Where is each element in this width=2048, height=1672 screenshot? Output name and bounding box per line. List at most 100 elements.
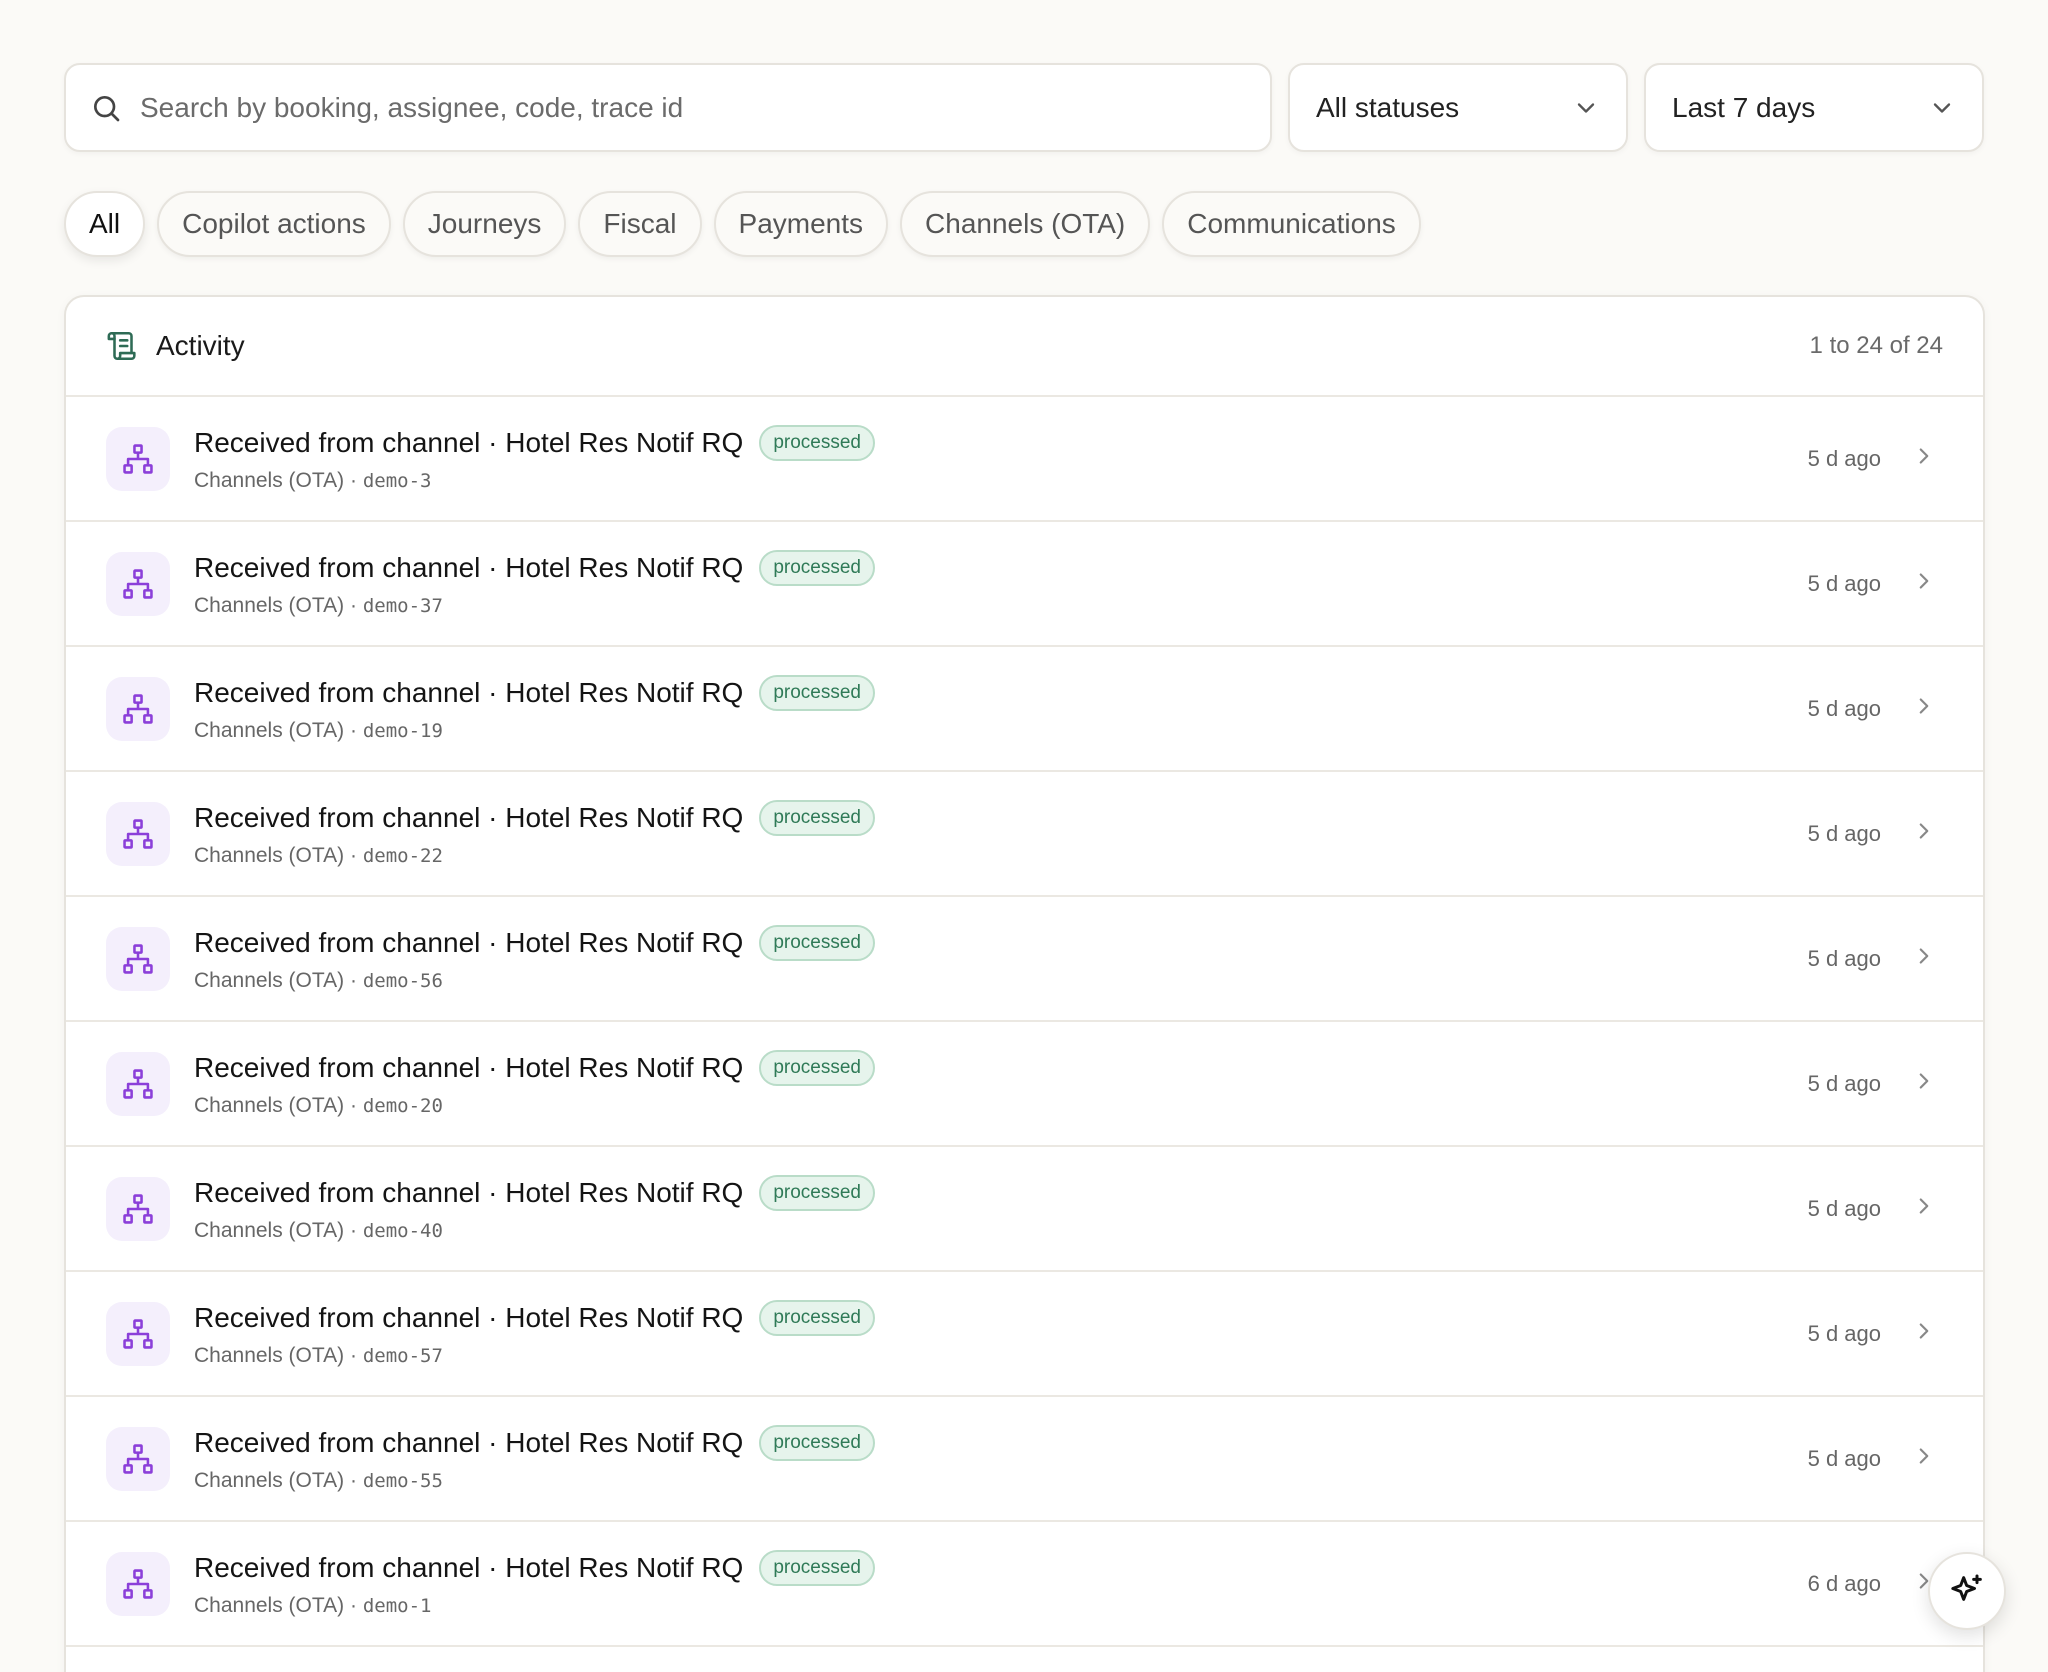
status-badge: processed: [759, 1549, 875, 1586]
tab-fiscal[interactable]: Fiscal: [578, 191, 702, 257]
row-title-line: Received from channel · Hotel Res Notif …: [194, 1424, 875, 1461]
row-title-line: Received from channel · Hotel Res Notif …: [194, 1549, 875, 1586]
table-row[interactable]: Received from channel · Hotel Res Notif …: [66, 1147, 1983, 1272]
row-reference: demo-37: [362, 594, 443, 617]
chevron-right-icon: [1911, 1193, 1937, 1224]
row-separator: ·: [344, 593, 363, 617]
row-meta: 5 d ago: [1808, 1272, 1937, 1395]
row-reference: demo-40: [362, 1219, 443, 1242]
row-meta: 5 d ago: [1808, 647, 1937, 770]
network-hierarchy-icon: [106, 926, 170, 991]
status-badge: processed: [759, 424, 875, 461]
row-reference: demo-3: [362, 469, 432, 492]
row-title-line: Received from channel · Hotel Res Notif …: [194, 1049, 875, 1086]
table-row[interactable]: Received from channel · Hotel Res Notif …: [66, 647, 1983, 772]
row-subtitle: Channels (OTA) · demo-20: [194, 1094, 875, 1118]
row-title-line: Received from channel · Hotel Res Notif …: [194, 799, 875, 836]
status-badge: processed: [759, 1299, 875, 1336]
table-row[interactable]: Received from channel · Hotel Res Notif …: [66, 772, 1983, 897]
copilot-button[interactable]: [1928, 1552, 2006, 1630]
row-separator: ·: [344, 1593, 363, 1617]
row-title-line: Received from channel · Hotel Res Notif …: [194, 674, 875, 711]
table-row[interactable]: Received from channel · Hotel Res Notif …: [66, 1522, 1983, 1647]
row-category: Channels (OTA): [194, 843, 345, 867]
status-badge: processed: [759, 924, 875, 961]
row-title: Received from channel · Hotel Res Notif …: [194, 551, 744, 583]
status-select[interactable]: All statuses: [1288, 63, 1628, 152]
tab-all[interactable]: All: [64, 191, 146, 257]
activity-title: Activity: [156, 330, 245, 361]
table-row[interactable]: Received from channel · Hotel Res Notif …: [66, 1397, 1983, 1522]
row-meta: 5 d ago: [1808, 1147, 1937, 1270]
row-subtitle: Channels (OTA) · demo-55: [194, 1469, 875, 1493]
search-box[interactable]: [64, 63, 1272, 152]
tab-channels-ota[interactable]: Channels (OTA): [900, 191, 1151, 257]
row-reference: demo-55: [362, 1469, 443, 1492]
status-badge: processed: [759, 1174, 875, 1211]
row-text: Received from channel · Hotel Res Notif …: [194, 1424, 875, 1493]
network-hierarchy-icon: [106, 1051, 170, 1116]
activity-header: Activity 1 to 24 of 24: [66, 297, 1983, 397]
row-subtitle: Channels (OTA) · demo-37: [194, 594, 875, 618]
row-subtitle: Channels (OTA) · demo-57: [194, 1344, 875, 1368]
row-meta: 5 d ago: [1808, 397, 1937, 520]
row-title-line: Received from channel · Hotel Res Notif …: [194, 549, 875, 586]
row-meta: 6 d ago: [1808, 1522, 1937, 1645]
row-title: Received from channel · Hotel Res Notif …: [194, 1301, 744, 1333]
row-timestamp: 5 d ago: [1807, 445, 1881, 471]
row-text: Received from channel · Hotel Res Notif …: [194, 1174, 875, 1243]
tab-communications[interactable]: Communications: [1162, 191, 1421, 257]
row-subtitle: Channels (OTA) · demo-22: [194, 844, 875, 868]
row-timestamp: 5 d ago: [1807, 1070, 1881, 1096]
row-timestamp: 5 d ago: [1807, 1445, 1881, 1471]
table-row[interactable]: Received from channel · Hotel Res Notif …: [66, 897, 1983, 1022]
row-category: Channels (OTA): [194, 1593, 345, 1617]
row-subtitle: Channels (OTA) · demo-3: [194, 469, 875, 493]
row-category: Channels (OTA): [194, 1468, 345, 1492]
row-reference: demo-20: [362, 1094, 443, 1117]
tab-payments[interactable]: Payments: [713, 191, 889, 257]
status-badge: processed: [759, 549, 875, 586]
chevron-right-icon: [1911, 1068, 1937, 1099]
row-category: Channels (OTA): [194, 718, 345, 742]
table-row[interactable]: Received from channel · Hotel Res Notif …: [66, 1272, 1983, 1397]
network-hierarchy-icon: [106, 1176, 170, 1241]
network-hierarchy-icon: [106, 426, 170, 491]
chevron-right-icon: [1911, 443, 1937, 474]
network-hierarchy-icon: [106, 1426, 170, 1491]
row-meta: 5 d ago: [1808, 897, 1937, 1020]
row-separator: ·: [344, 718, 363, 742]
row-timestamp: 5 d ago: [1807, 1320, 1881, 1346]
status-badge: processed: [759, 799, 875, 836]
network-hierarchy-icon: [106, 551, 170, 616]
status-badge: processed: [759, 674, 875, 711]
sparkles-icon: [1951, 1574, 1982, 1601]
table-row[interactable]: Received from channel · Hotel Res Notif …: [66, 397, 1983, 522]
row-title: Received from channel · Hotel Res Notif …: [194, 426, 744, 458]
row-separator: ·: [344, 1468, 363, 1492]
activity-title-group: Activity: [106, 329, 245, 363]
row-separator: ·: [344, 1343, 363, 1367]
chevron-down-icon: [1933, 102, 1951, 113]
chevron-right-icon: [1911, 818, 1937, 849]
row-title: Received from channel · Hotel Res Notif …: [194, 676, 744, 708]
row-title-line: Received from channel · Hotel Res Notif …: [194, 1174, 875, 1211]
search-input[interactable]: [140, 91, 1246, 124]
row-text: Received from channel · Hotel Res Notif …: [194, 424, 875, 493]
row-reference: demo-56: [362, 969, 443, 992]
scroll-list-icon: [107, 331, 136, 361]
row-category: Channels (OTA): [194, 968, 345, 992]
tab-journeys[interactable]: Journeys: [402, 191, 567, 257]
row-separator: ·: [344, 1093, 363, 1117]
row-title: Received from channel · Hotel Res Notif …: [194, 1551, 744, 1583]
chevron-right-icon: [1911, 568, 1937, 599]
row-timestamp: 6 d ago: [1807, 1570, 1881, 1596]
row-reference: demo-1: [362, 1594, 432, 1617]
row-meta: 5 d ago: [1808, 522, 1937, 645]
date-range-select[interactable]: Last 7 days: [1644, 63, 1984, 152]
activity-page: All statuses Last 7 days AllCopilot acti…: [0, 0, 2048, 1672]
tab-copilot-actions[interactable]: Copilot actions: [157, 191, 391, 257]
table-row[interactable]: Received from channel · Hotel Res Notif …: [66, 1022, 1983, 1147]
table-row[interactable]: Received from channel · Hotel Res Notif …: [66, 522, 1983, 647]
row-separator: ·: [344, 843, 363, 867]
